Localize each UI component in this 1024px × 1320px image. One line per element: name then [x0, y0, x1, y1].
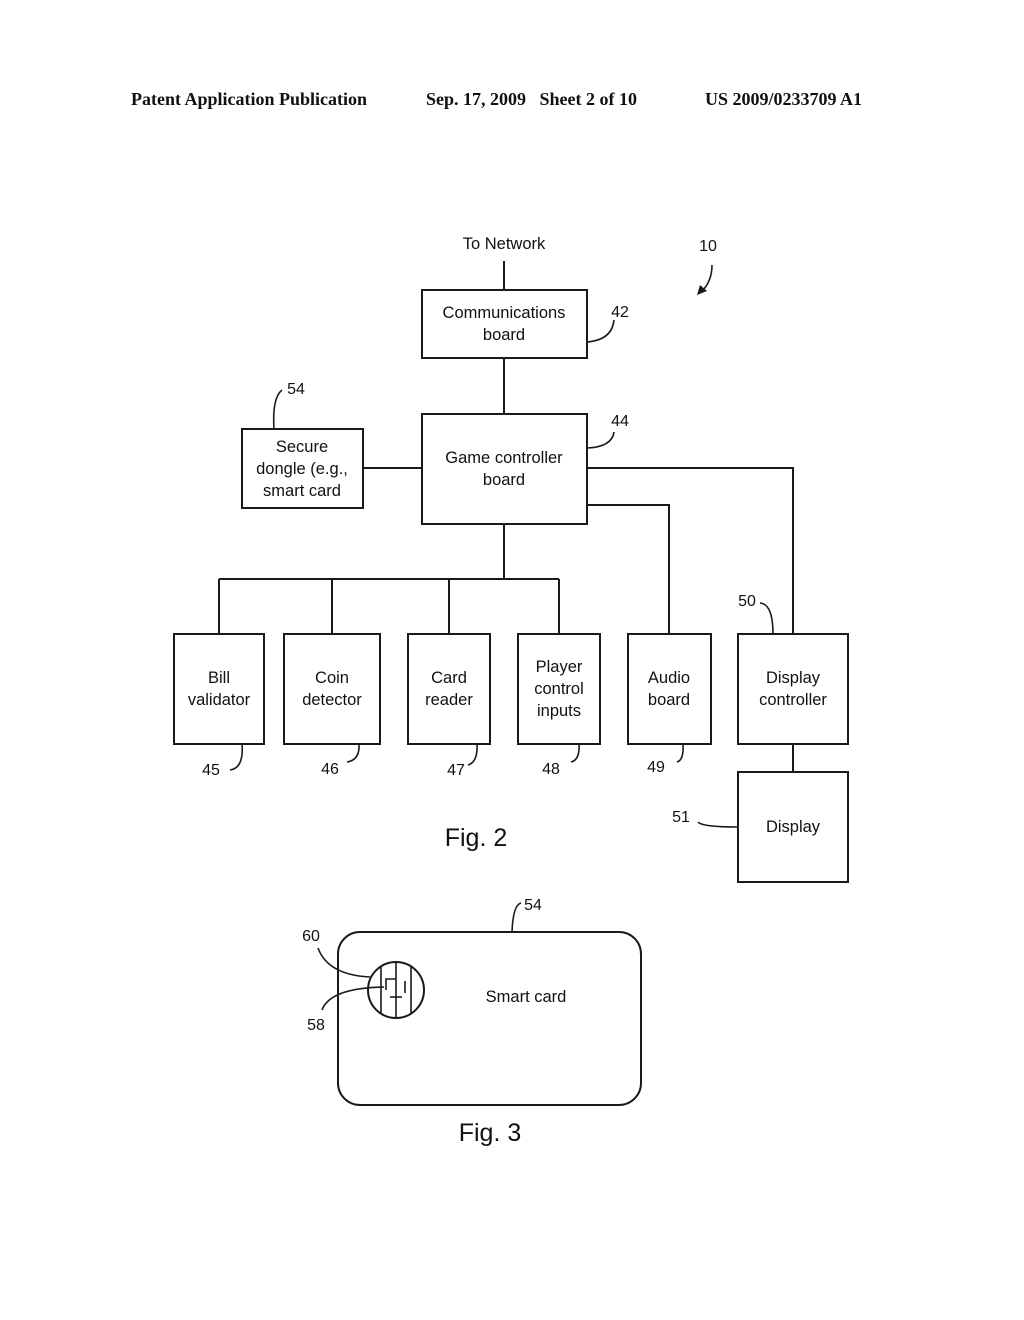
svg-text:Display: Display	[766, 669, 821, 687]
svg-text:Communications: Communications	[443, 304, 566, 322]
block-player-control-inputs: Player control inputs	[517, 633, 601, 745]
block-card-reader: Card reader	[407, 633, 491, 745]
svg-text:board: board	[483, 471, 525, 489]
svg-text:validator: validator	[188, 691, 251, 709]
wire-game-audio	[587, 504, 670, 634]
svg-text:Game controller: Game controller	[445, 449, 563, 467]
ref-51: 51	[672, 809, 690, 826]
svg-text:Card: Card	[431, 669, 467, 687]
svg-text:inputs: inputs	[537, 702, 581, 720]
ref-44: 44	[611, 413, 629, 430]
svg-text:board: board	[648, 691, 690, 709]
ref-50: 50	[738, 593, 756, 610]
svg-text:reader: reader	[425, 691, 473, 709]
svg-text:Bill: Bill	[208, 669, 230, 687]
smart-card: Smart card	[337, 931, 642, 1106]
svg-text:controller: controller	[759, 691, 827, 709]
ref-51-leader	[697, 821, 739, 828]
svg-text:smart card: smart card	[263, 482, 341, 500]
network-label: To Network	[463, 235, 546, 253]
svg-text:dongle (e.g.,: dongle (e.g.,	[256, 460, 348, 478]
ref-46-leader	[346, 743, 360, 763]
block-communications-board: Communications board	[421, 289, 588, 359]
patent-drawing: To Network 10 Communications board 42 Ga…	[173, 235, 849, 1147]
ref-47: 47	[447, 762, 465, 779]
ref-46: 46	[321, 761, 339, 778]
ref-42-leader	[586, 319, 615, 343]
ref-58: 58	[307, 1017, 325, 1034]
svg-text:detector: detector	[302, 691, 362, 709]
svg-text:Coin: Coin	[315, 669, 349, 687]
ref-60: 60	[302, 928, 320, 945]
svg-text:control: control	[534, 680, 584, 698]
ref-45-leader	[229, 743, 244, 771]
ref-42: 42	[611, 304, 629, 321]
block-coin-detector: Coin detector	[283, 633, 381, 745]
svg-text:Secure: Secure	[276, 438, 328, 456]
ref-54-card-leader	[511, 902, 522, 933]
block-display: Display	[737, 771, 849, 883]
block-bill-validator: Bill validator	[173, 633, 265, 745]
ref-54-card: 54	[524, 897, 542, 914]
ref-47-leader	[467, 743, 478, 766]
svg-text:board: board	[483, 326, 525, 344]
svg-text:Audio: Audio	[648, 669, 690, 687]
ref-48: 48	[542, 761, 560, 778]
svg-text:Display: Display	[766, 818, 821, 836]
fig2-caption: Fig. 2	[445, 824, 508, 852]
smart-card-label: Smart card	[486, 988, 567, 1006]
ref-54-leader	[272, 389, 283, 430]
ref-10: 10	[699, 238, 717, 255]
ref-54-dongle: 54	[287, 381, 305, 398]
ref-50-leader	[759, 602, 774, 635]
block-audio-board: Audio board	[627, 633, 712, 745]
ref-45: 45	[202, 762, 220, 779]
fig3-caption: Fig. 3	[459, 1119, 522, 1147]
ref-44-leader	[586, 431, 615, 449]
ref-48-leader	[570, 743, 580, 763]
svg-text:Player: Player	[536, 658, 583, 676]
ref-49-leader	[676, 743, 684, 763]
block-display-controller: Display controller	[737, 633, 849, 745]
wire-game-display-controller	[587, 467, 794, 634]
block-game-controller-board: Game controller board	[421, 413, 588, 525]
block-secure-dongle: Secure dongle (e.g., smart card	[241, 428, 364, 509]
chip-icon	[367, 961, 425, 1019]
ref-49: 49	[647, 759, 665, 776]
